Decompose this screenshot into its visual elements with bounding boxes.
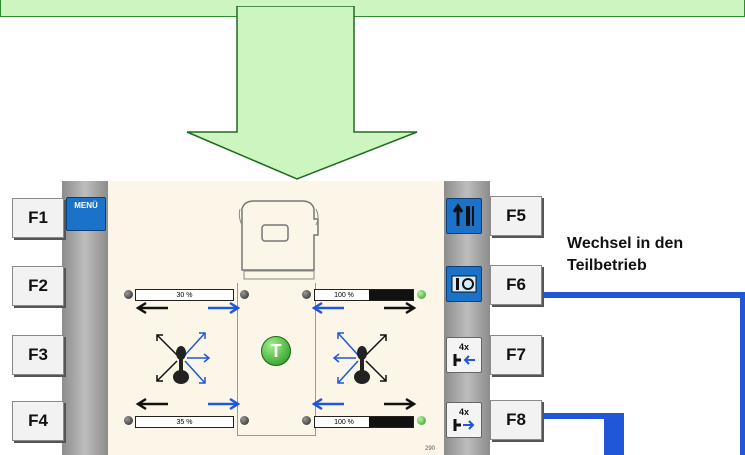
connector-f6-vertical (740, 292, 745, 455)
right-bottom-bar: 100 % (314, 416, 414, 428)
f8-4x-label: 4x (458, 407, 469, 417)
partial-mode-icon (451, 275, 477, 293)
arrow-right-icon (453, 419, 475, 431)
annotation-line-2: Teilbetrieb (567, 257, 647, 274)
f7-key[interactable]: F7 (490, 335, 542, 375)
f8-key[interactable]: F8 (490, 400, 542, 440)
f5-swap-icon[interactable] (446, 198, 482, 234)
f6-partial-mode-icon[interactable] (446, 266, 482, 302)
f2-key[interactable]: F2 (12, 266, 64, 306)
left-bottom-bar: 35 % (135, 416, 234, 428)
status-dot (302, 416, 311, 425)
joystick-right-icon (332, 332, 387, 384)
f8-4x-right-icon[interactable]: 4x (446, 402, 482, 438)
joystick-left-icon (156, 332, 211, 384)
f1-key[interactable]: F1 (12, 198, 64, 238)
status-dot (124, 416, 133, 425)
menu-button[interactable]: MENÜ (66, 197, 106, 231)
f4-key[interactable]: F4 (12, 401, 64, 441)
vehicle-icon (238, 200, 319, 280)
status-dot-green (417, 416, 426, 425)
mode-badge-label: T (270, 340, 282, 361)
annotation-line-1: Wechsel in den (567, 235, 684, 252)
f5-key[interactable]: F5 (490, 196, 542, 236)
status-dot (240, 416, 249, 425)
f7-4x-left-icon[interactable]: 4x (446, 337, 482, 373)
screen-code: 290 (425, 446, 436, 452)
connector-f8-vertical (604, 413, 624, 455)
swap-arrows-icon (452, 203, 474, 226)
mode-badge-icon: T (261, 336, 291, 366)
left-bottom-bar-value: 35 % (176, 418, 193, 426)
f6-key[interactable]: F6 (490, 265, 542, 305)
f7-4x-label: 4x (458, 342, 469, 352)
connector-f6-horizontal (543, 292, 745, 298)
arrow-left-icon (453, 354, 475, 366)
right-bottom-bar-value: 100 % (334, 418, 354, 426)
f3-key[interactable]: F3 (12, 335, 64, 375)
down-arrow-icon (186, 6, 418, 180)
